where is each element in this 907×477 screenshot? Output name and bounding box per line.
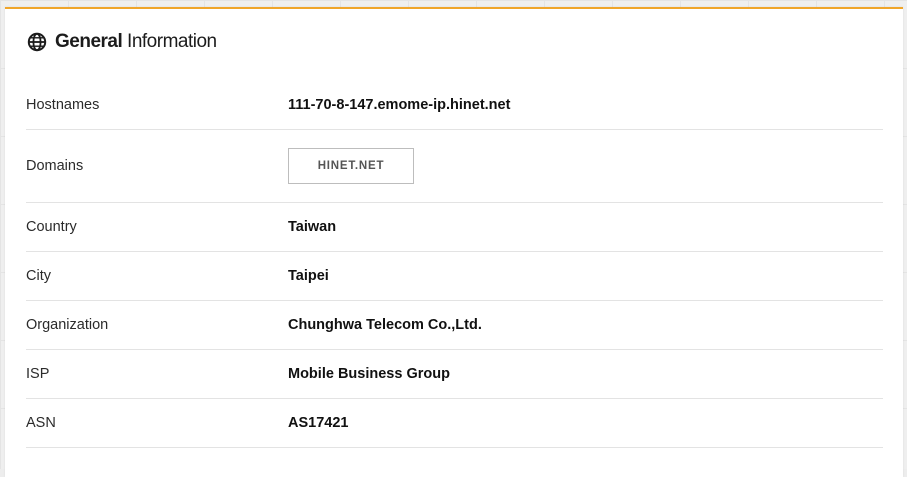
hostnames-value: 111-70-8-147.emome-ip.hinet.net <box>288 97 511 113</box>
info-table: Hostnames 111-70-8-147.emome-ip.hinet.ne… <box>26 81 883 448</box>
domains-label: Domains <box>26 158 84 174</box>
asn-value: AS17421 <box>288 415 349 431</box>
info-row-domains: Domains HINET.NET <box>26 130 883 203</box>
card-title-strong: General <box>55 31 123 52</box>
isp-value: Mobile Business Group <box>288 366 450 382</box>
asn-label: ASN <box>26 415 56 431</box>
country-value: Taiwan <box>288 219 337 235</box>
domains-value: HINET.NET <box>288 148 414 184</box>
info-row-asn: ASN AS17421 <box>26 399 883 448</box>
card-header: General Information <box>27 29 217 55</box>
hostnames-label: Hostnames <box>26 97 100 113</box>
country-label: Country <box>26 219 77 235</box>
city-value: Taipei <box>288 268 329 284</box>
card-title: General Information <box>55 31 217 53</box>
city-label: City <box>26 268 51 284</box>
info-row-organization: Organization Chunghwa Telecom Co.,Ltd. <box>26 301 883 350</box>
info-row-country: Country Taiwan <box>26 203 883 252</box>
info-row-hostnames: Hostnames 111-70-8-147.emome-ip.hinet.ne… <box>26 81 883 130</box>
isp-label: ISP <box>26 366 50 382</box>
info-row-city: City Taipei <box>26 252 883 301</box>
info-row-isp: ISP Mobile Business Group <box>26 350 883 399</box>
domain-tag-button[interactable]: HINET.NET <box>288 148 414 184</box>
globe-icon <box>27 32 47 52</box>
organization-label: Organization <box>26 317 109 333</box>
general-information-card: General Information Hostnames 111-70-8-1… <box>5 7 903 477</box>
card-title-light: Information <box>127 31 217 52</box>
organization-value: Chunghwa Telecom Co.,Ltd. <box>288 317 482 333</box>
